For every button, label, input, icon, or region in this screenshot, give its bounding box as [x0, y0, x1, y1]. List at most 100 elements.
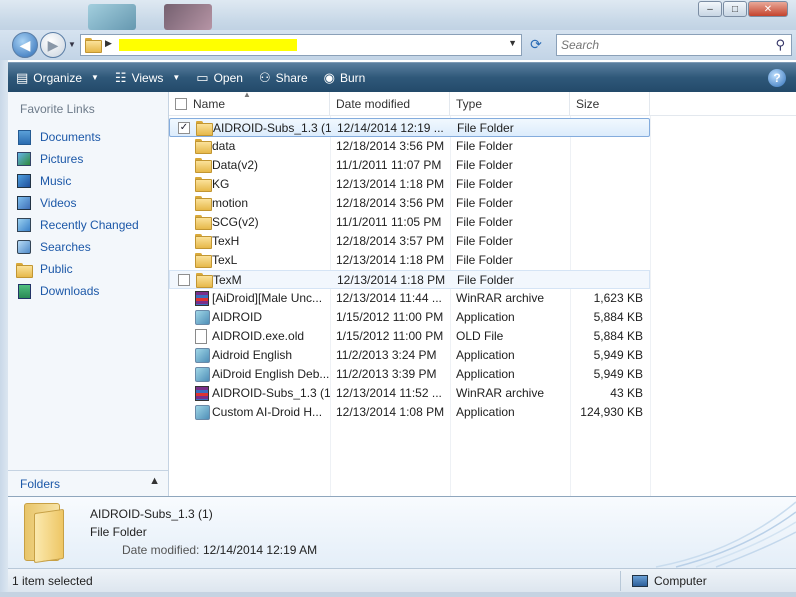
- file-row[interactable]: AIDROID 1/15/2012 11:00 PM Application 5,88…: [169, 308, 796, 327]
- file-row[interactable]: TexM 12/13/2014 1:18 PM File Folder: [169, 270, 650, 289]
- chevron-down-icon: ▼: [172, 73, 181, 82]
- file-row[interactable]: TexH 12/18/2014 3:57 PM File Folder: [169, 232, 796, 251]
- folder-icon: [195, 253, 212, 268]
- file-row[interactable]: AIDROID-Subs_1.3 (1) 12/13/2014 11:52 ...…: [169, 384, 796, 403]
- column-header-date[interactable]: Date modified: [330, 92, 450, 116]
- search-icon[interactable]: ⚲: [775, 37, 785, 53]
- organize-button[interactable]: ▤ Organize ▼: [8, 65, 107, 91]
- folder-icon: [85, 38, 102, 54]
- location-label: Computer: [654, 574, 707, 588]
- address-dropdown-icon[interactable]: ▼: [508, 38, 517, 48]
- address-bar[interactable]: ▶ ▼: [80, 34, 522, 56]
- nav-item-documents[interactable]: Documents: [16, 126, 139, 148]
- share-icon: ⚇: [258, 69, 271, 85]
- file-row[interactable]: KG 12/13/2014 1:18 PM File Folder: [169, 175, 796, 194]
- file-row[interactable]: motion 12/18/2014 3:56 PM File Folder: [169, 194, 796, 213]
- file-type: Application: [456, 405, 515, 419]
- file-row[interactable]: Aidroid English 11/2/2013 3:24 PM Applicat…: [169, 346, 796, 365]
- recent-pages-dropdown[interactable]: ▼: [68, 40, 76, 49]
- application-icon: [195, 310, 211, 325]
- file-date: 1/15/2012 11:00 PM: [336, 329, 444, 343]
- application-icon: [195, 405, 211, 420]
- file-size: 5,949 KB: [593, 348, 643, 362]
- selection-count: 1 item selected: [12, 574, 93, 588]
- nav-item-pictures[interactable]: Pictures: [16, 148, 139, 170]
- file-name: AIDROID-Subs_1.3 (1): [213, 121, 331, 135]
- file-row[interactable]: TexL 12/13/2014 1:18 PM File Folder: [169, 251, 796, 270]
- file-date: 12/14/2014 12:19 ...: [337, 121, 444, 135]
- nav-item-music[interactable]: Music: [16, 170, 139, 192]
- help-icon[interactable]: ?: [768, 69, 786, 87]
- nav-item-downloads[interactable]: Downloads: [16, 280, 139, 302]
- file-name: AiDroid English Deb...: [212, 367, 330, 381]
- views-button[interactable]: ☷ Views ▼: [107, 65, 188, 91]
- nav-item-label: Pictures: [40, 152, 84, 166]
- computer-icon: [632, 575, 648, 587]
- nav-item-label: Recently Changed: [40, 218, 139, 232]
- file-date: 11/1/2011 11:07 PM: [336, 158, 442, 172]
- window-controls: – □ ✕: [698, 1, 788, 17]
- details-date-value: 12/14/2014 12:19 AM: [203, 543, 318, 557]
- file-date: 12/13/2014 11:44 ...: [336, 291, 442, 305]
- row-checkbox[interactable]: ✓: [178, 122, 190, 134]
- file-row[interactable]: AiDroid English Deb... 11/2/2013 3:39 PM A…: [169, 365, 796, 384]
- file-name: AIDROID-Subs_1.3 (1): [212, 386, 330, 400]
- breadcrumb-chevron-icon[interactable]: ▶: [105, 38, 112, 49]
- nav-item-label: Documents: [40, 130, 101, 144]
- file-type: File Folder: [456, 253, 513, 267]
- file-row[interactable]: SCG(v2) 11/1/2011 11:05 PM File Folder: [169, 213, 796, 232]
- file-name: Data(v2): [212, 158, 259, 172]
- column-header-size[interactable]: Size: [570, 92, 650, 116]
- folders-toggle[interactable]: Folders ▲: [8, 470, 168, 496]
- open-button[interactable]: ▭ Open: [188, 65, 251, 91]
- back-button[interactable]: ◀: [12, 32, 38, 58]
- file-row[interactable]: [AiDroid][Male Unc... 12/13/2014 11:44 ..…: [169, 289, 796, 308]
- sort-ascending-icon: ▲: [243, 90, 251, 99]
- nav-item-label: Searches: [40, 240, 91, 254]
- file-date: 12/18/2014 3:56 PM: [336, 196, 445, 210]
- chevron-up-icon: ▲: [149, 475, 160, 487]
- file-row[interactable]: ✓ AIDROID-Subs_1.3 (1) 12/14/2014 12:19 ..…: [169, 118, 650, 137]
- file-name: Aidroid English: [212, 348, 293, 362]
- blank-file-icon: [195, 329, 211, 344]
- file-row[interactable]: Custom AI-Droid H... 12/13/2014 1:08 PM Ap…: [169, 403, 796, 422]
- file-type: File Folder: [456, 196, 513, 210]
- forward-button[interactable]: ▶: [40, 32, 66, 58]
- file-name: TexH: [212, 234, 240, 248]
- close-button[interactable]: ✕: [748, 1, 788, 17]
- file-size: 1,623 KB: [593, 291, 643, 305]
- search-input[interactable]: [557, 35, 757, 55]
- nav-item-recently-changed[interactable]: Recently Changed: [16, 214, 139, 236]
- file-row[interactable]: data 12/18/2014 3:56 PM File Folder: [169, 137, 796, 156]
- column-header-label: Name: [193, 97, 226, 111]
- nav-item-videos[interactable]: Videos: [16, 192, 139, 214]
- nav-item-searches[interactable]: Searches: [16, 236, 139, 258]
- file-list: ▲ Name Date modified Type Size ✓ AIDROID-…: [169, 90, 796, 496]
- open-label: Open: [213, 70, 243, 85]
- folder-icon: [195, 158, 212, 173]
- nav-item-label: Public: [40, 262, 73, 276]
- file-size: 5,949 KB: [593, 367, 643, 381]
- file-date: 11/2/2013 3:39 PM: [336, 367, 437, 381]
- row-checkbox[interactable]: [178, 274, 190, 286]
- large-folder-icon: [20, 503, 64, 564]
- refresh-icon[interactable]: ⟳: [526, 36, 546, 54]
- favorite-links-heading: Favorite Links: [20, 102, 95, 116]
- winrar-archive-icon: [195, 386, 211, 401]
- file-row[interactable]: Data(v2) 11/1/2011 11:07 PM File Folder: [169, 156, 796, 175]
- public-folder-icon: [16, 262, 33, 278]
- file-type: OLD File: [456, 329, 504, 343]
- folder-icon: [196, 273, 213, 288]
- maximize-button[interactable]: □: [723, 1, 747, 17]
- status-divider: [620, 571, 621, 591]
- column-header-name[interactable]: ▲ Name: [169, 90, 330, 116]
- file-type: File Folder: [456, 139, 513, 153]
- minimize-button[interactable]: –: [698, 1, 722, 17]
- burn-button[interactable]: ◉ Burn: [316, 65, 374, 91]
- column-header-type[interactable]: Type: [450, 92, 570, 116]
- share-button[interactable]: ⚇ Share: [251, 65, 316, 91]
- nav-item-label: Music: [40, 174, 72, 188]
- nav-item-public[interactable]: Public: [16, 258, 139, 280]
- status-bar: 1 item selected Computer: [8, 568, 796, 592]
- file-row[interactable]: AIDROID.exe.old 1/15/2012 11:00 PM OLD Fil…: [169, 327, 796, 346]
